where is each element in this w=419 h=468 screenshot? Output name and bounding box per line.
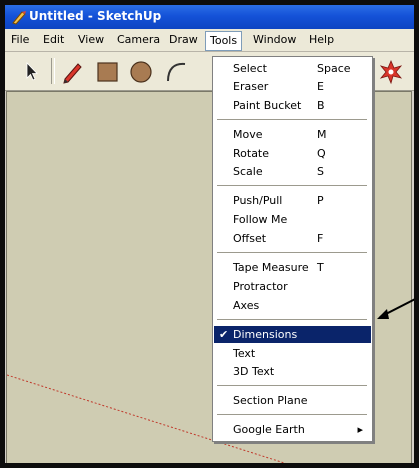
menu-item-protractor[interactable]: Protractor bbox=[214, 278, 371, 295]
arc-icon[interactable] bbox=[161, 57, 189, 85]
menu-window[interactable]: Window bbox=[253, 33, 296, 47]
tools-dropdown-menu: Select Space Eraser E Paint Bucket B Mov… bbox=[212, 56, 373, 442]
menu-item-tape-measure[interactable]: Tape Measure T bbox=[214, 259, 371, 276]
menu-separator bbox=[217, 119, 367, 121]
rectangle-icon[interactable] bbox=[93, 57, 121, 85]
title-bar[interactable]: Untitled - SketchUp bbox=[5, 5, 414, 29]
select-arrow-icon[interactable] bbox=[17, 57, 45, 85]
menu-bar: File Edit View Camera Draw Tools Window … bbox=[5, 29, 414, 52]
pencil-icon[interactable] bbox=[59, 57, 87, 85]
menu-item-rotate[interactable]: Rotate Q bbox=[214, 145, 371, 162]
sketchup-window: Untitled - SketchUp File Edit View Camer… bbox=[5, 5, 414, 463]
menu-separator bbox=[217, 414, 367, 416]
menu-separator bbox=[217, 319, 367, 321]
window-title: Untitled - SketchUp bbox=[29, 9, 162, 23]
menu-view[interactable]: View bbox=[78, 33, 104, 47]
menu-item-select[interactable]: Select Space bbox=[214, 60, 371, 77]
menu-item-scale[interactable]: Scale S bbox=[214, 163, 371, 180]
menu-item-push-pull[interactable]: Push/Pull P bbox=[214, 192, 371, 209]
menu-item-dimensions[interactable]: ✔ Dimensions bbox=[214, 326, 371, 343]
menu-item-move[interactable]: Move M bbox=[214, 126, 371, 143]
menu-item-section-plane[interactable]: Section Plane bbox=[214, 392, 371, 409]
menu-item-axes[interactable]: Axes bbox=[214, 297, 371, 314]
circle-icon[interactable] bbox=[127, 57, 155, 85]
menu-tools[interactable]: Tools bbox=[205, 31, 243, 51]
menu-help[interactable]: Help bbox=[309, 33, 334, 47]
menu-camera[interactable]: Camera bbox=[117, 33, 160, 47]
menu-item-eraser[interactable]: Eraser E bbox=[214, 78, 371, 95]
submenu-arrow-icon: ▸ bbox=[357, 423, 363, 436]
menu-separator bbox=[217, 185, 367, 187]
menu-draw[interactable]: Draw bbox=[169, 33, 198, 47]
menu-item-follow-me[interactable]: Follow Me bbox=[214, 211, 371, 228]
menu-separator bbox=[217, 252, 367, 254]
axes-icon[interactable] bbox=[377, 57, 405, 85]
menu-separator bbox=[217, 385, 367, 387]
menu-item-text[interactable]: Text bbox=[214, 345, 371, 362]
menu-item-google-earth[interactable]: Google Earth ▸ bbox=[214, 421, 371, 438]
menu-item-paint-bucket[interactable]: Paint Bucket B bbox=[214, 97, 371, 114]
menu-edit[interactable]: Edit bbox=[43, 33, 64, 47]
toolbar-separator bbox=[51, 58, 55, 84]
menu-file[interactable]: File bbox=[11, 33, 29, 47]
sketchup-logo-icon bbox=[12, 11, 26, 25]
callout-arrow-icon bbox=[377, 298, 414, 319]
menu-item-offset[interactable]: Offset F bbox=[214, 230, 371, 247]
checkmark-icon: ✔ bbox=[219, 328, 229, 341]
menu-item-3d-text[interactable]: 3D Text bbox=[214, 363, 371, 380]
